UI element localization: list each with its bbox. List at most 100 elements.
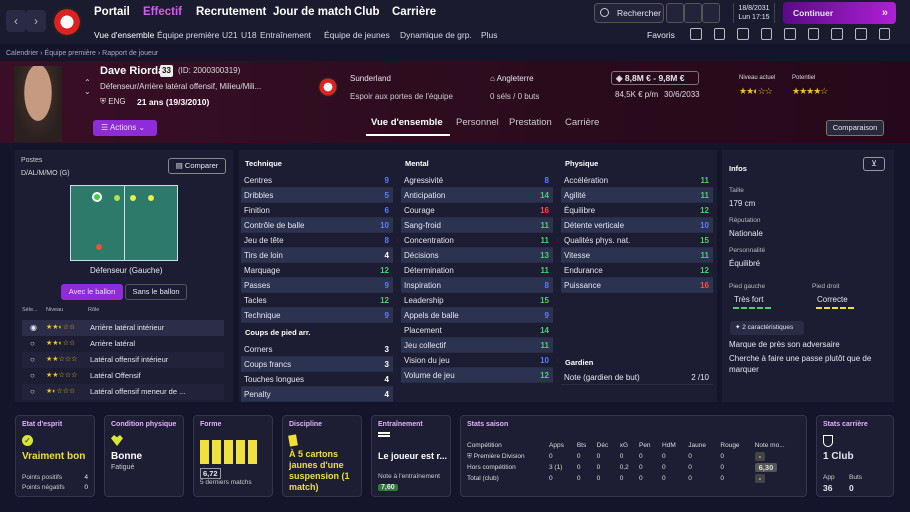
career-stats-card[interactable]: Stats carrière 1 Club App 36 Buts 0 xyxy=(816,415,894,497)
attribute-row[interactable]: Contrôle de balle 10 xyxy=(241,218,393,233)
kit-icon[interactable] xyxy=(713,28,726,40)
submenu-training[interactable]: Entraînement xyxy=(260,30,311,40)
attribute-row[interactable]: Puissance 16 xyxy=(561,278,713,293)
attribute-row[interactable]: Coups francs 3 xyxy=(241,357,393,372)
morale-card[interactable]: Etat d'esprit ✓ Vraiment bon Points posi… xyxy=(15,415,95,497)
continue-button[interactable]: Continuer» xyxy=(783,2,896,24)
discipline-card[interactable]: Discipline À 5 cartons jaunes d'une susp… xyxy=(282,415,362,497)
attribute-row[interactable]: Dribbles 5 xyxy=(241,188,393,203)
attribute-row[interactable]: Qualités phys. nat. 15 xyxy=(561,233,713,248)
menu-recrutement[interactable]: Recrutement xyxy=(196,6,266,18)
list-item[interactable]: ○ ★★☆☆☆ Latéral Offensif xyxy=(22,368,224,384)
attribute-row[interactable]: Finition 6 xyxy=(241,203,393,218)
list-item[interactable]: ○ ★★☆☆☆ Latéral offensif intérieur xyxy=(22,352,224,368)
menu-club[interactable]: Club xyxy=(354,6,380,18)
gear-icon[interactable] xyxy=(702,3,720,23)
tab-personal[interactable]: Personnel xyxy=(456,117,499,128)
attribute-row[interactable]: Anticipation 14 xyxy=(401,188,553,203)
attribute-row[interactable]: Sang-froid 11 xyxy=(401,218,553,233)
attribute-row[interactable]: Inspiration 8 xyxy=(401,278,553,293)
attribute-row[interactable]: Agilité 11 xyxy=(561,188,713,203)
attribute-row[interactable]: Appels de balle 9 xyxy=(401,308,553,323)
medical-icon[interactable] xyxy=(760,28,773,40)
without-ball-toggle[interactable]: Sans le ballon xyxy=(125,284,187,300)
list-item[interactable]: ◉ ★★◐☆☆ Arrière latéral intérieur xyxy=(22,320,224,336)
table-row[interactable]: Total (club) 0 0 0 0 0 0 0 0- xyxy=(465,473,803,484)
submenu-youth[interactable]: Équipe de jeunes xyxy=(324,30,390,40)
attribute-row[interactable]: Penalty 4 xyxy=(241,387,393,402)
back-button[interactable]: ‹ xyxy=(6,10,26,32)
condition-card[interactable]: Condition physique Bonne Fatigué xyxy=(104,415,184,497)
tab-career[interactable]: Carrière xyxy=(565,117,599,128)
sort-icon[interactable]: ⌃ ⌄ xyxy=(84,78,91,96)
favourites-dropdown[interactable]: Favoris xyxy=(647,30,675,40)
submenu-more[interactable]: Plus xyxy=(481,30,498,40)
pos-marker[interactable] xyxy=(96,244,102,250)
tactic-icon[interactable] xyxy=(737,28,749,40)
season-stats-card[interactable]: Stats saison Compétition Apps Bts Déc xG Pen H… xyxy=(460,415,807,497)
attribute-row[interactable]: Décisions 13 xyxy=(401,248,553,263)
attribute-row[interactable]: Jeu de tête 8 xyxy=(241,233,393,248)
attribute-row[interactable]: Jeu collectif 11 xyxy=(401,338,553,353)
attribute-row[interactable]: Centres 9 xyxy=(241,173,393,188)
attribute-row[interactable]: Équilibre 12 xyxy=(561,203,713,218)
grid-icon[interactable] xyxy=(878,28,891,40)
download-icon[interactable]: ⊻ xyxy=(863,157,885,171)
submenu-dynamics[interactable]: Dynamique de grp. xyxy=(400,30,472,40)
attribute-row[interactable]: Concentration 11 xyxy=(401,233,553,248)
pos-dl-marker[interactable] xyxy=(92,192,102,202)
attribute-row[interactable]: Vitesse 11 xyxy=(561,248,713,263)
attribute-row[interactable]: Volume de jeu 12 xyxy=(401,368,553,383)
attribute-row[interactable]: Détente verticale 10 xyxy=(561,218,713,233)
attribute-row[interactable]: Corners 3 xyxy=(241,342,393,357)
menu-effectif[interactable]: Effectif xyxy=(143,6,182,18)
tab-performance[interactable]: Prestation xyxy=(509,117,552,128)
pos-marker[interactable] xyxy=(130,195,136,201)
attribute-row[interactable]: Placement 14 xyxy=(401,323,553,338)
club-name[interactable]: Sunderland xyxy=(350,74,391,83)
club-crest-icon[interactable] xyxy=(52,7,82,37)
table-row[interactable]: ⛨ Première Division 0 0 0 0 0 0 0 0- xyxy=(465,451,803,462)
shortcut-icon[interactable] xyxy=(690,28,702,40)
attribute-row[interactable]: Détermination 11 xyxy=(401,263,553,278)
submenu-u18[interactable]: U18 xyxy=(241,30,257,40)
attribute-row[interactable]: Touches longues 4 xyxy=(241,372,393,387)
attribute-row[interactable]: Tirs de loin 4 xyxy=(241,248,393,263)
attribute-row[interactable]: Technique 9 xyxy=(241,308,393,323)
trophy-icon[interactable] xyxy=(807,28,820,40)
form-card[interactable]: Forme 6,72 5 derniers matchs xyxy=(193,415,273,497)
attribute-row[interactable]: Accélération 11 xyxy=(561,173,713,188)
with-ball-toggle[interactable]: Avec le ballon xyxy=(61,284,123,300)
attribute-row[interactable]: Courage 16 xyxy=(401,203,553,218)
attribute-row[interactable]: Endurance 12 xyxy=(561,263,713,278)
scout-icon[interactable] xyxy=(784,28,796,40)
pos-marker[interactable] xyxy=(148,195,154,201)
submenu-u21[interactable]: U21 xyxy=(222,30,238,40)
attribute-row[interactable]: Tacles 12 xyxy=(241,293,393,308)
submenu-first-team[interactable]: Équipe première xyxy=(157,30,219,40)
inbox-button[interactable] xyxy=(666,3,684,23)
attribute-row[interactable]: Agressivité 8 xyxy=(401,173,553,188)
menu-jour-de-match[interactable]: Jour de match xyxy=(273,6,352,18)
stats-icon[interactable] xyxy=(831,28,843,40)
training-card[interactable]: Entraînement Le joueur est r... Note à l… xyxy=(371,415,451,497)
tab-overview[interactable]: Vue d'ensemble xyxy=(371,117,443,128)
actions-button[interactable]: ☰ Actions ⌄ xyxy=(93,120,157,136)
report-icon[interactable] xyxy=(854,28,867,40)
list-item[interactable]: ○ ★★◐☆☆ Arrière latéral xyxy=(22,336,224,352)
submenu-overview[interactable]: Vue d'ensemble xyxy=(94,30,154,40)
forward-button[interactable]: › xyxy=(26,10,46,32)
table-row[interactable]: Hors compétition 3 (1) 0 0 0,2 0 0 0 0 6,30 xyxy=(465,462,803,473)
traits-button[interactable]: ✦ 2 caractéristiques xyxy=(730,321,804,335)
comparison-button[interactable]: Comparaison xyxy=(826,120,884,136)
attribute-row[interactable]: Marquage 12 xyxy=(241,263,393,278)
menu-portail[interactable]: Portail xyxy=(94,6,130,18)
attribute-row[interactable]: Leadership 15 xyxy=(401,293,553,308)
attribute-row[interactable]: Passes 9 xyxy=(241,278,393,293)
calendar-button[interactable] xyxy=(684,3,702,23)
attribute-row[interactable]: Vision du jeu 10 xyxy=(401,353,553,368)
list-item[interactable]: ○ ★◐☆☆☆ Latéral offensif meneur de ... xyxy=(22,384,224,400)
menu-carriere[interactable]: Carrière xyxy=(392,6,436,18)
compare-button[interactable]: ▤ Comparer xyxy=(168,158,226,174)
pos-marker[interactable] xyxy=(114,195,120,201)
